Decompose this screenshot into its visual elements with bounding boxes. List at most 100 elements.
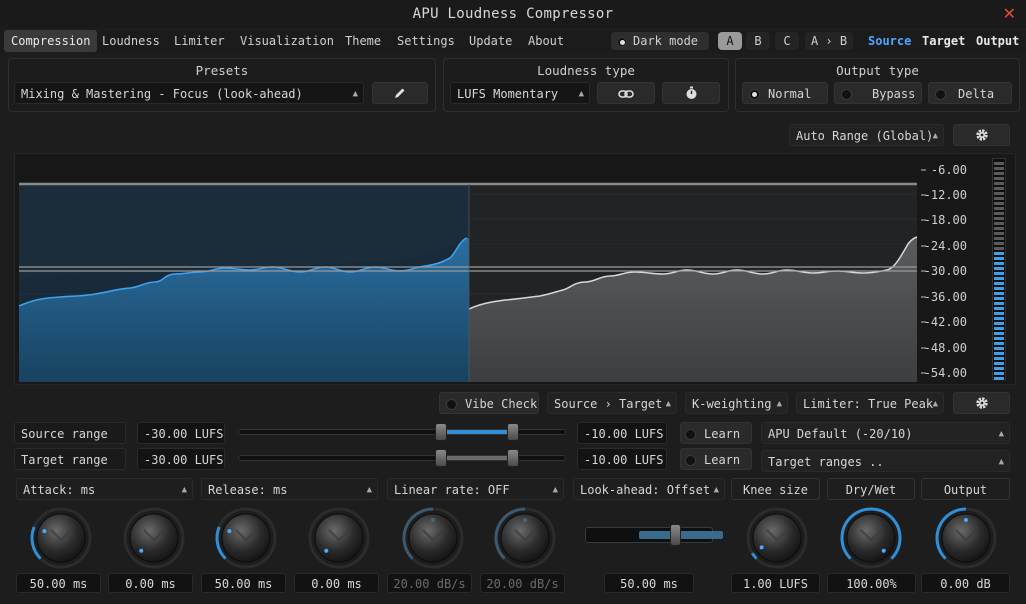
slider-thumb-low[interactable] bbox=[435, 423, 448, 441]
meter-segment bbox=[994, 242, 1004, 245]
slider-thumb-low[interactable] bbox=[435, 449, 448, 467]
output-header: Output bbox=[921, 478, 1010, 500]
ab-slot-c-button[interactable]: C bbox=[775, 32, 799, 50]
link-button[interactable] bbox=[597, 82, 655, 104]
release2-value[interactable]: 0.00 ms bbox=[294, 573, 379, 593]
meter-segment bbox=[994, 362, 1004, 365]
target-learn-button[interactable]: Learn bbox=[680, 448, 752, 470]
tab-update[interactable]: Update bbox=[462, 30, 519, 52]
vibe-check-label: Vibe Check bbox=[465, 397, 538, 411]
meter-segment bbox=[994, 332, 1004, 335]
lookahead-slider[interactable] bbox=[585, 524, 723, 546]
tab-limiter[interactable]: Limiter bbox=[167, 30, 232, 52]
attack2-value[interactable]: 50.00 ms bbox=[201, 573, 286, 593]
limiter-select[interactable]: Limiter: True Peak ▲ bbox=[796, 392, 944, 414]
meter-segment bbox=[994, 162, 1004, 165]
rate-up-knob[interactable] bbox=[401, 506, 465, 570]
release2-knob[interactable] bbox=[307, 506, 371, 570]
controls-settings-button[interactable] bbox=[953, 392, 1010, 414]
view-source-button[interactable]: Source bbox=[861, 30, 918, 52]
output-value[interactable]: 0.00 dB bbox=[921, 573, 1010, 593]
range-settings-button[interactable] bbox=[953, 124, 1010, 146]
tab-about[interactable]: About bbox=[521, 30, 571, 52]
attack2-knob[interactable] bbox=[214, 506, 278, 570]
lookahead-select[interactable]: Look-ahead: Offset ▲ bbox=[573, 478, 725, 500]
knee-knob[interactable] bbox=[745, 506, 809, 570]
meter-segment bbox=[994, 337, 1004, 340]
vibe-check-button[interactable]: Vibe Check bbox=[439, 392, 539, 414]
lookahead-value[interactable]: 50.00 ms bbox=[604, 573, 694, 593]
lookahead-label: Look-ahead: Offset bbox=[580, 483, 711, 497]
dark-mode-label: Dark mode bbox=[633, 34, 699, 48]
meter-segment bbox=[994, 172, 1004, 175]
weighting-select[interactable]: K-weighting ▲ bbox=[685, 392, 788, 414]
rate-down-value[interactable]: 20.00 dB/s bbox=[480, 573, 565, 593]
view-output-button[interactable]: Output bbox=[969, 30, 1026, 52]
range-mode-select[interactable]: Auto Range (Global) ▲ bbox=[789, 124, 944, 146]
tab-visualization[interactable]: Visualization bbox=[233, 30, 341, 52]
output-delta-button[interactable]: Delta bbox=[928, 82, 1012, 104]
preset-edit-button[interactable] bbox=[372, 82, 428, 104]
attack-knob[interactable] bbox=[29, 506, 93, 570]
chevron-updown-icon: ▲ bbox=[578, 89, 584, 99]
tab-compression[interactable]: Compression bbox=[4, 30, 98, 52]
source-range-max[interactable]: -10.00 LUFS bbox=[577, 422, 667, 444]
linear-rate-select[interactable]: Linear rate: OFF ▲ bbox=[387, 478, 564, 500]
meter-segment bbox=[994, 367, 1004, 370]
source-range-label: Source range bbox=[14, 422, 126, 444]
knee-size-header: Knee size bbox=[731, 478, 820, 500]
close-icon[interactable]: ✕ bbox=[1003, 4, 1016, 23]
target-range-max[interactable]: -10.00 LUFS bbox=[577, 448, 667, 470]
attack-value[interactable]: 50.00 ms bbox=[16, 573, 101, 593]
source-range-slider[interactable] bbox=[238, 423, 566, 441]
menu-bar: Compression Loudness Limiter Visualizati… bbox=[0, 30, 1026, 52]
target-range-slider[interactable] bbox=[238, 449, 566, 467]
slider-thumb-high[interactable] bbox=[506, 423, 519, 441]
release-knob[interactable] bbox=[122, 506, 186, 570]
meter-segment bbox=[994, 277, 1004, 280]
presets-select[interactable]: Mixing & Mastering - Focus (look-ahead) ▲ bbox=[14, 82, 364, 104]
meter-segment bbox=[994, 207, 1004, 210]
range-mode-selected: Auto Range (Global) bbox=[796, 129, 934, 143]
output-delta-label: Delta bbox=[958, 87, 995, 101]
signal-select[interactable]: Source › Target ▲ bbox=[547, 392, 677, 414]
target-ranges-select[interactable]: Target ranges .. ▲ bbox=[761, 450, 1010, 472]
ab-slot-b-button[interactable]: B bbox=[746, 32, 770, 50]
presets-title: Presets bbox=[195, 63, 249, 78]
output-knob[interactable] bbox=[934, 506, 998, 570]
tab-loudness[interactable]: Loudness bbox=[95, 30, 167, 52]
rate-up-value[interactable]: 20.00 dB/s bbox=[387, 573, 472, 593]
dry-wet-knob[interactable] bbox=[839, 506, 903, 570]
tab-settings[interactable]: Settings bbox=[390, 30, 462, 52]
output-bypass-button[interactable]: Bypass bbox=[834, 82, 922, 104]
knee-value[interactable]: 1.00 LUFS bbox=[731, 573, 820, 593]
scale-label: -30.00 bbox=[923, 264, 967, 278]
ab-compare-button[interactable]: A › B bbox=[805, 32, 853, 50]
dark-mode-toggle[interactable]: Dark mode bbox=[611, 32, 709, 50]
timer-button[interactable] bbox=[662, 82, 720, 104]
meter-segment bbox=[994, 192, 1004, 195]
source-learn-button[interactable]: Learn bbox=[680, 422, 752, 444]
loudness-type-selected: LUFS Momentary bbox=[457, 87, 559, 101]
range-preset-select[interactable]: APU Default (-20/10) ▲ bbox=[761, 422, 1010, 444]
release-value[interactable]: 0.00 ms bbox=[108, 573, 193, 593]
attack-select[interactable]: Attack: ms ▲ bbox=[16, 478, 193, 500]
view-target-button[interactable]: Target bbox=[915, 30, 972, 52]
dry-wet-value[interactable]: 100.00% bbox=[827, 573, 916, 593]
tab-theme[interactable]: Theme bbox=[338, 30, 388, 52]
release-select[interactable]: Release: ms ▲ bbox=[201, 478, 378, 500]
ab-slot-a-button[interactable]: A bbox=[718, 32, 742, 50]
scale-label: -48.00 bbox=[923, 341, 967, 355]
slider-fill bbox=[441, 456, 513, 460]
slider-thumb-high[interactable] bbox=[506, 449, 519, 467]
output-normal-button[interactable]: Normal bbox=[742, 82, 828, 104]
meter-segment bbox=[994, 297, 1004, 300]
rate-down-knob[interactable] bbox=[493, 506, 557, 570]
scale-label: -6.00 bbox=[930, 163, 967, 177]
meter-segment bbox=[994, 187, 1004, 190]
slider-thumb[interactable] bbox=[670, 524, 682, 546]
loudness-type-select[interactable]: LUFS Momentary ▲ bbox=[450, 82, 590, 104]
meter-segment bbox=[994, 202, 1004, 205]
source-range-min[interactable]: -30.00 LUFS bbox=[137, 422, 225, 444]
target-range-min[interactable]: -30.00 LUFS bbox=[137, 448, 225, 470]
